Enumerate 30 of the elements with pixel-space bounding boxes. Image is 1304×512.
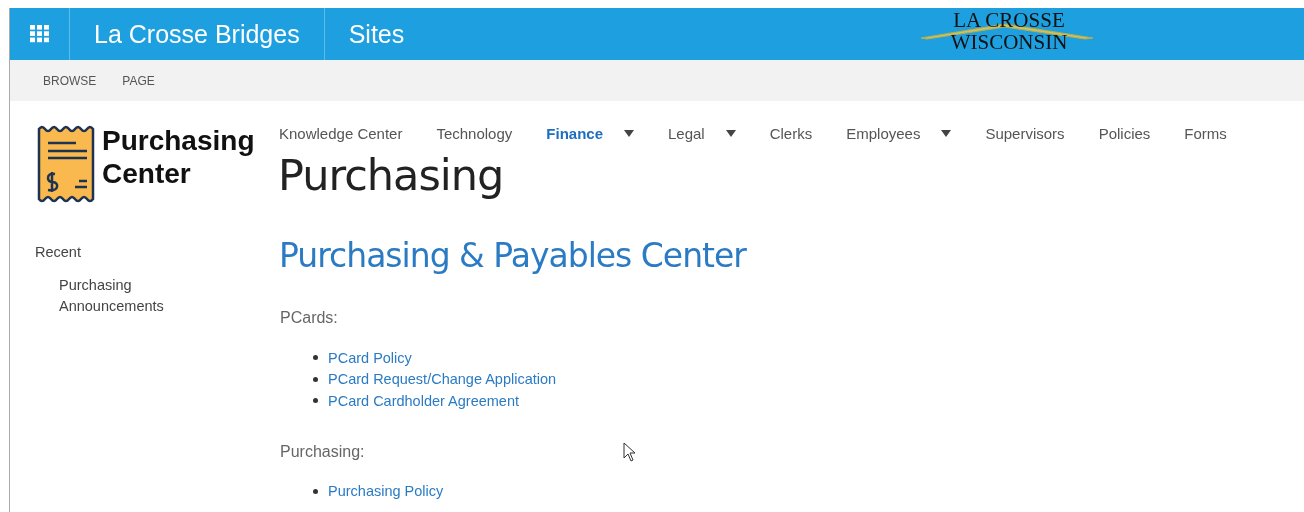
section-title: Purchasing: (280, 441, 365, 462)
nav-link[interactable]: Supervisors (985, 124, 1065, 142)
logo-text: WISCONSIN (950, 30, 1068, 52)
page-title: Purchasing (278, 150, 505, 200)
quick-launch-heading[interactable]: Recent (35, 242, 280, 262)
mouse-pointer-icon (623, 442, 636, 462)
nav-link[interactable]: Knowledge Center (279, 124, 403, 142)
section-title: PCards: (280, 308, 338, 328)
ribbon-tab[interactable]: BROWSE (30, 71, 110, 90)
nav-link[interactable]: Clerks (769, 124, 813, 142)
ribbon-tab[interactable]: PAGE (109, 71, 168, 90)
document-link[interactable]: PCard Request/Change Application (328, 371, 557, 388)
bullet-icon (313, 398, 318, 404)
document-link[interactable]: PCard Policy (328, 349, 412, 366)
logo-text: LA CROSSE (953, 8, 1065, 32)
nav-link[interactable]: Employees (846, 124, 952, 142)
nav-link[interactable]: Legal (668, 124, 736, 142)
nav-link[interactable]: Policies (1098, 124, 1151, 142)
document-link[interactable]: PCard Cardholder Agreement (328, 392, 520, 409)
bullet-icon (313, 488, 318, 494)
nav-link[interactable]: Finance (546, 124, 634, 142)
document-link[interactable]: Purchasing Policy (328, 483, 444, 500)
waffle-icon (29, 25, 50, 43)
site-logo-text[interactable]: Purchasing Center (102, 124, 255, 190)
nav-link[interactable]: Technology (436, 124, 513, 142)
nav-link[interactable]: Forms (1184, 124, 1227, 142)
bullet-icon (313, 376, 318, 382)
bullet-icon (313, 355, 318, 361)
content-heading: Purchasing & Payables Center (279, 235, 746, 277)
quick-launch-link[interactable]: Purchasing Announcements (59, 275, 199, 317)
